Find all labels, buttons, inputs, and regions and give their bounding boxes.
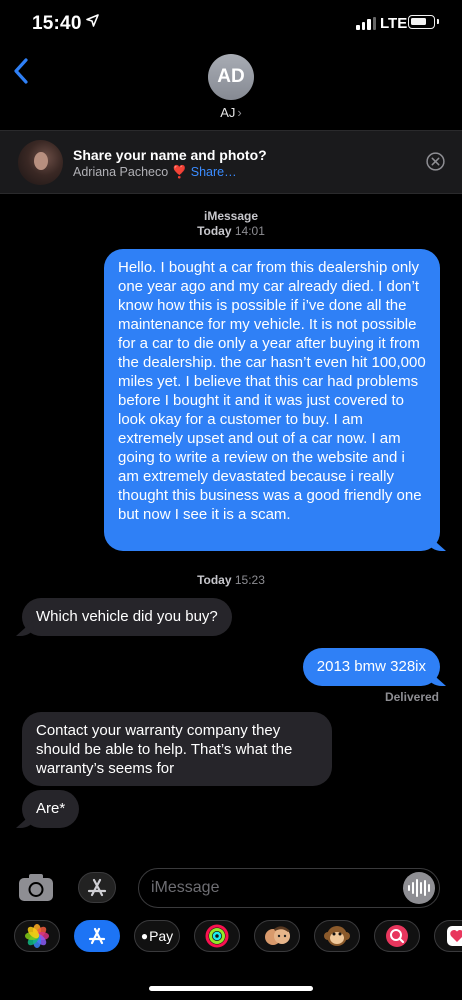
heart-exclamation-icon: ❣️ (171, 165, 188, 179)
banner-sender-name: Adriana Pacheco (73, 165, 169, 179)
app-animoji[interactable] (314, 920, 360, 952)
app-memoji-stickers[interactable] (254, 920, 300, 952)
sent-message-bubble[interactable]: 2013 bmw 328ix (302, 648, 440, 686)
app-store-icon (88, 927, 106, 945)
received-message-bubble[interactable]: Which vehicle did you buy? (22, 598, 232, 636)
message-input[interactable]: iMessage (138, 868, 440, 908)
globe-search-icon (386, 925, 408, 947)
received-message-bubble[interactable]: Contact your warranty company they shoul… (22, 712, 332, 786)
chevron-right-icon: › (237, 105, 242, 120)
timestamp-day: Today (197, 573, 232, 587)
apple-pay-label: Pay (149, 928, 174, 944)
monkey-icon (324, 926, 350, 946)
app-activity[interactable] (194, 920, 240, 952)
app-store-app[interactable] (74, 920, 120, 952)
share-link[interactable]: Share… (191, 165, 237, 179)
contact-name-button[interactable]: AJ › (0, 105, 462, 120)
app-apple-pay[interactable]: ● Pay (134, 920, 180, 952)
avatar-initials: AD (217, 66, 245, 87)
timestamp-time: 15:23 (234, 573, 265, 587)
app-photos[interactable] (14, 920, 60, 952)
camera-icon[interactable] (18, 873, 54, 902)
timestamp-1: Today 14:01 (0, 224, 462, 239)
banner-subtitle: Adriana Pacheco ❣️ Share… (73, 165, 237, 180)
memoji-icon (265, 926, 290, 945)
home-indicator[interactable] (149, 986, 313, 991)
back-chevron-icon[interactable] (10, 56, 36, 86)
network-type: LTE (380, 15, 408, 32)
contact-avatar[interactable]: AD (208, 54, 254, 100)
share-name-photo-banner: Share your name and photo? Adriana Pache… (0, 130, 462, 194)
close-icon[interactable] (426, 152, 445, 171)
battery-icon (408, 15, 439, 29)
status-bar: 15:40 LTE (0, 0, 462, 48)
service-label: iMessage (203, 209, 259, 223)
apple-logo-icon: ● (140, 929, 149, 943)
audio-waveform-icon[interactable] (403, 872, 435, 904)
status-time: 15:40 (32, 13, 82, 34)
signal-strength-icon (356, 17, 376, 30)
sent-message-bubble[interactable]: Hello. I bought a car from this dealersh… (104, 249, 440, 551)
photos-icon (25, 924, 49, 948)
heart-app-icon (447, 926, 462, 946)
app-more[interactable] (434, 920, 462, 952)
app-store-button[interactable] (78, 872, 116, 903)
timestamp-time: 14:01 (234, 224, 265, 238)
app-drawer: ● Pay (0, 915, 462, 960)
activity-rings-icon (205, 924, 229, 948)
message-input-placeholder: iMessage (151, 879, 220, 896)
timestamp-2: Today 15:23 (0, 573, 462, 588)
banner-title: Share your name and photo? (73, 147, 267, 163)
timestamp-day: Today (197, 224, 232, 238)
received-message-bubble[interactable]: Are* (22, 790, 80, 828)
app-search-images[interactable] (374, 920, 420, 952)
location-arrow-icon (86, 14, 99, 27)
contact-name: AJ (220, 105, 236, 120)
app-store-icon (87, 878, 107, 897)
delivered-status: Delivered (384, 690, 439, 704)
profile-photo (18, 140, 63, 185)
